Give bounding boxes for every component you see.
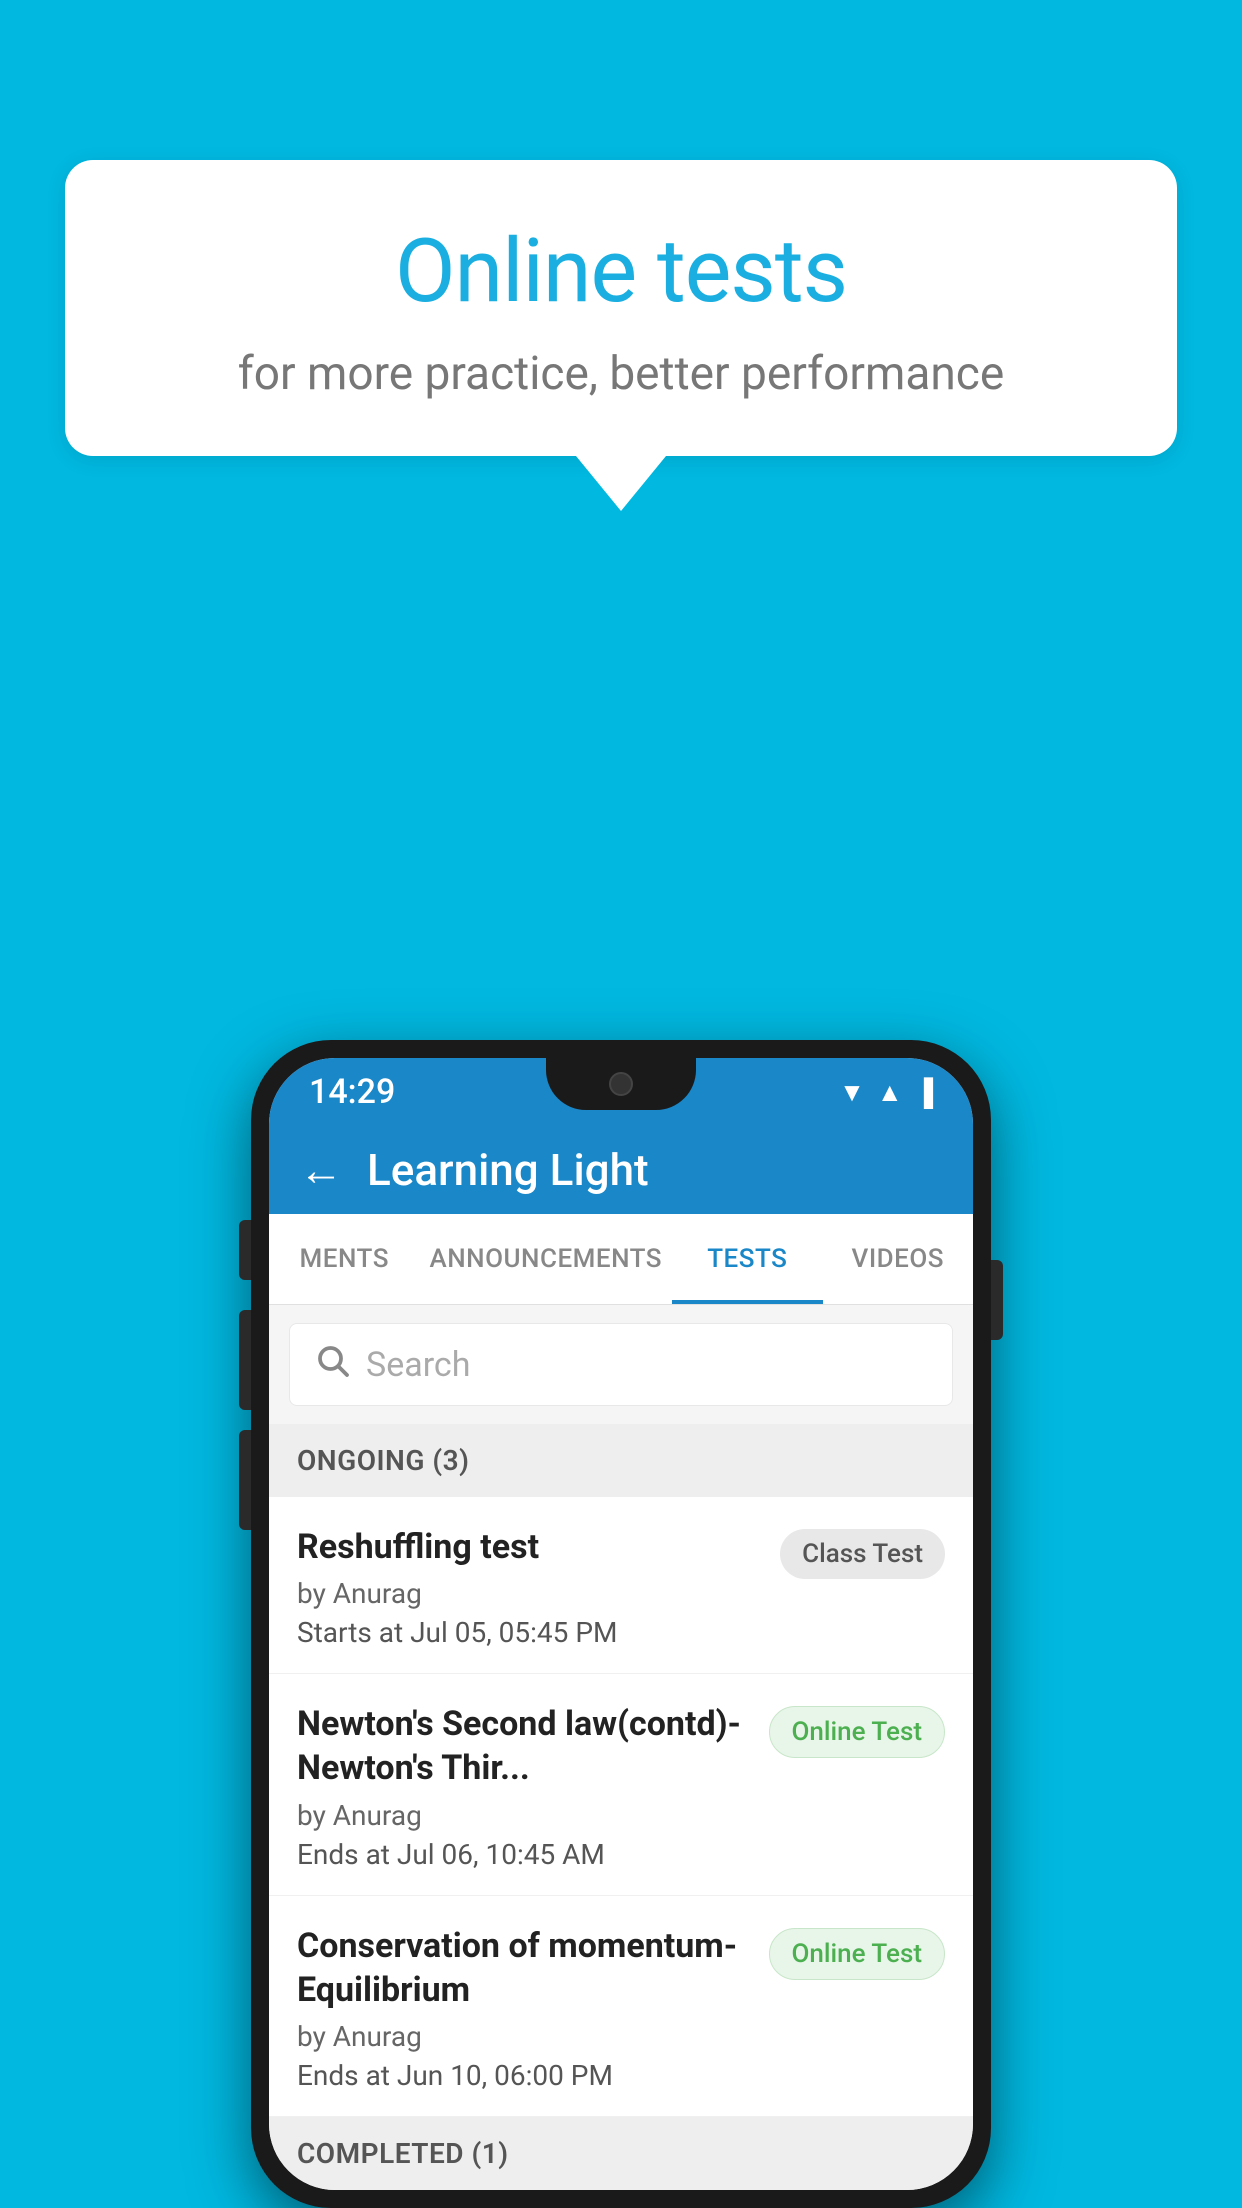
tab-videos[interactable]: VIDEOS (823, 1214, 973, 1304)
test-author: by Anurag (297, 1799, 753, 1832)
test-name: Reshuffling test (297, 1525, 764, 1569)
test-list: Reshuffling test by Anurag Starts at Jul… (269, 1497, 973, 2117)
tabs-bar: MENTS ANNOUNCEMENTS TESTS VIDEOS (269, 1214, 973, 1305)
mute-button (239, 1220, 251, 1280)
signal-icon: ▲ (877, 1077, 903, 1108)
test-item[interactable]: Newton's Second law(contd)-Newton's Thir… (269, 1674, 973, 1895)
phone-outer: 14:29 ▼ ▲ ▐ ← Learning Light (251, 1040, 991, 2208)
test-date: Starts at Jul 05, 05:45 PM (297, 1616, 764, 1649)
camera (609, 1072, 633, 1096)
tab-ments[interactable]: MENTS (269, 1214, 419, 1304)
test-name: Conservation of momentum-Equilibrium (297, 1924, 753, 2012)
speech-bubble-arrow (576, 456, 666, 511)
app-bar: ← Learning Light (269, 1126, 973, 1214)
app-title: Learning Light (367, 1144, 649, 1196)
search-bar[interactable]: Search (289, 1323, 953, 1406)
test-info: Newton's Second law(contd)-Newton's Thir… (297, 1702, 753, 1870)
test-item[interactable]: Reshuffling test by Anurag Starts at Jul… (269, 1497, 973, 1674)
test-info: Reshuffling test by Anurag Starts at Jul… (297, 1525, 764, 1649)
promo-section: Online tests for more practice, better p… (65, 160, 1177, 511)
volume-down-button (239, 1430, 251, 1530)
search-section: Search (269, 1305, 973, 1424)
ongoing-section-header: ONGOING (3) (269, 1424, 973, 1497)
phone: 14:29 ▼ ▲ ▐ ← Learning Light (251, 1040, 991, 2208)
test-info: Conservation of momentum-Equilibrium by … (297, 1924, 753, 2092)
test-name: Newton's Second law(contd)-Newton's Thir… (297, 1702, 753, 1790)
status-bar: 14:29 ▼ ▲ ▐ (269, 1058, 973, 1126)
back-button[interactable]: ← (299, 1144, 343, 1196)
search-placeholder: Search (366, 1345, 470, 1385)
power-button (991, 1260, 1003, 1340)
test-badge-online: Online Test (769, 1706, 946, 1758)
wifi-icon: ▼ (839, 1077, 865, 1108)
phone-notch (546, 1058, 696, 1110)
test-item[interactable]: Conservation of momentum-Equilibrium by … (269, 1896, 973, 2117)
status-icons: ▼ ▲ ▐ (839, 1077, 933, 1108)
battery-icon: ▐ (915, 1077, 933, 1108)
tab-announcements[interactable]: ANNOUNCEMENTS (419, 1214, 672, 1304)
test-date: Ends at Jul 06, 10:45 AM (297, 1838, 753, 1871)
test-date: Ends at Jun 10, 06:00 PM (297, 2059, 753, 2092)
completed-section-header: COMPLETED (1) (269, 2117, 973, 2190)
promo-title: Online tests (145, 220, 1097, 323)
search-icon (314, 1342, 350, 1387)
promo-subtitle: for more practice, better performance (145, 347, 1097, 401)
speech-bubble: Online tests for more practice, better p… (65, 160, 1177, 456)
phone-screen: 14:29 ▼ ▲ ▐ ← Learning Light (269, 1058, 973, 2190)
phone-mockup: 14:29 ▼ ▲ ▐ ← Learning Light (251, 1040, 991, 2208)
volume-up-button (239, 1310, 251, 1410)
status-time: 14:29 (309, 1072, 395, 1112)
test-author: by Anurag (297, 2020, 753, 2053)
test-badge-class: Class Test (780, 1529, 945, 1579)
test-author: by Anurag (297, 1577, 764, 1610)
tab-tests[interactable]: TESTS (672, 1214, 822, 1304)
test-badge-online-2: Online Test (769, 1928, 946, 1980)
